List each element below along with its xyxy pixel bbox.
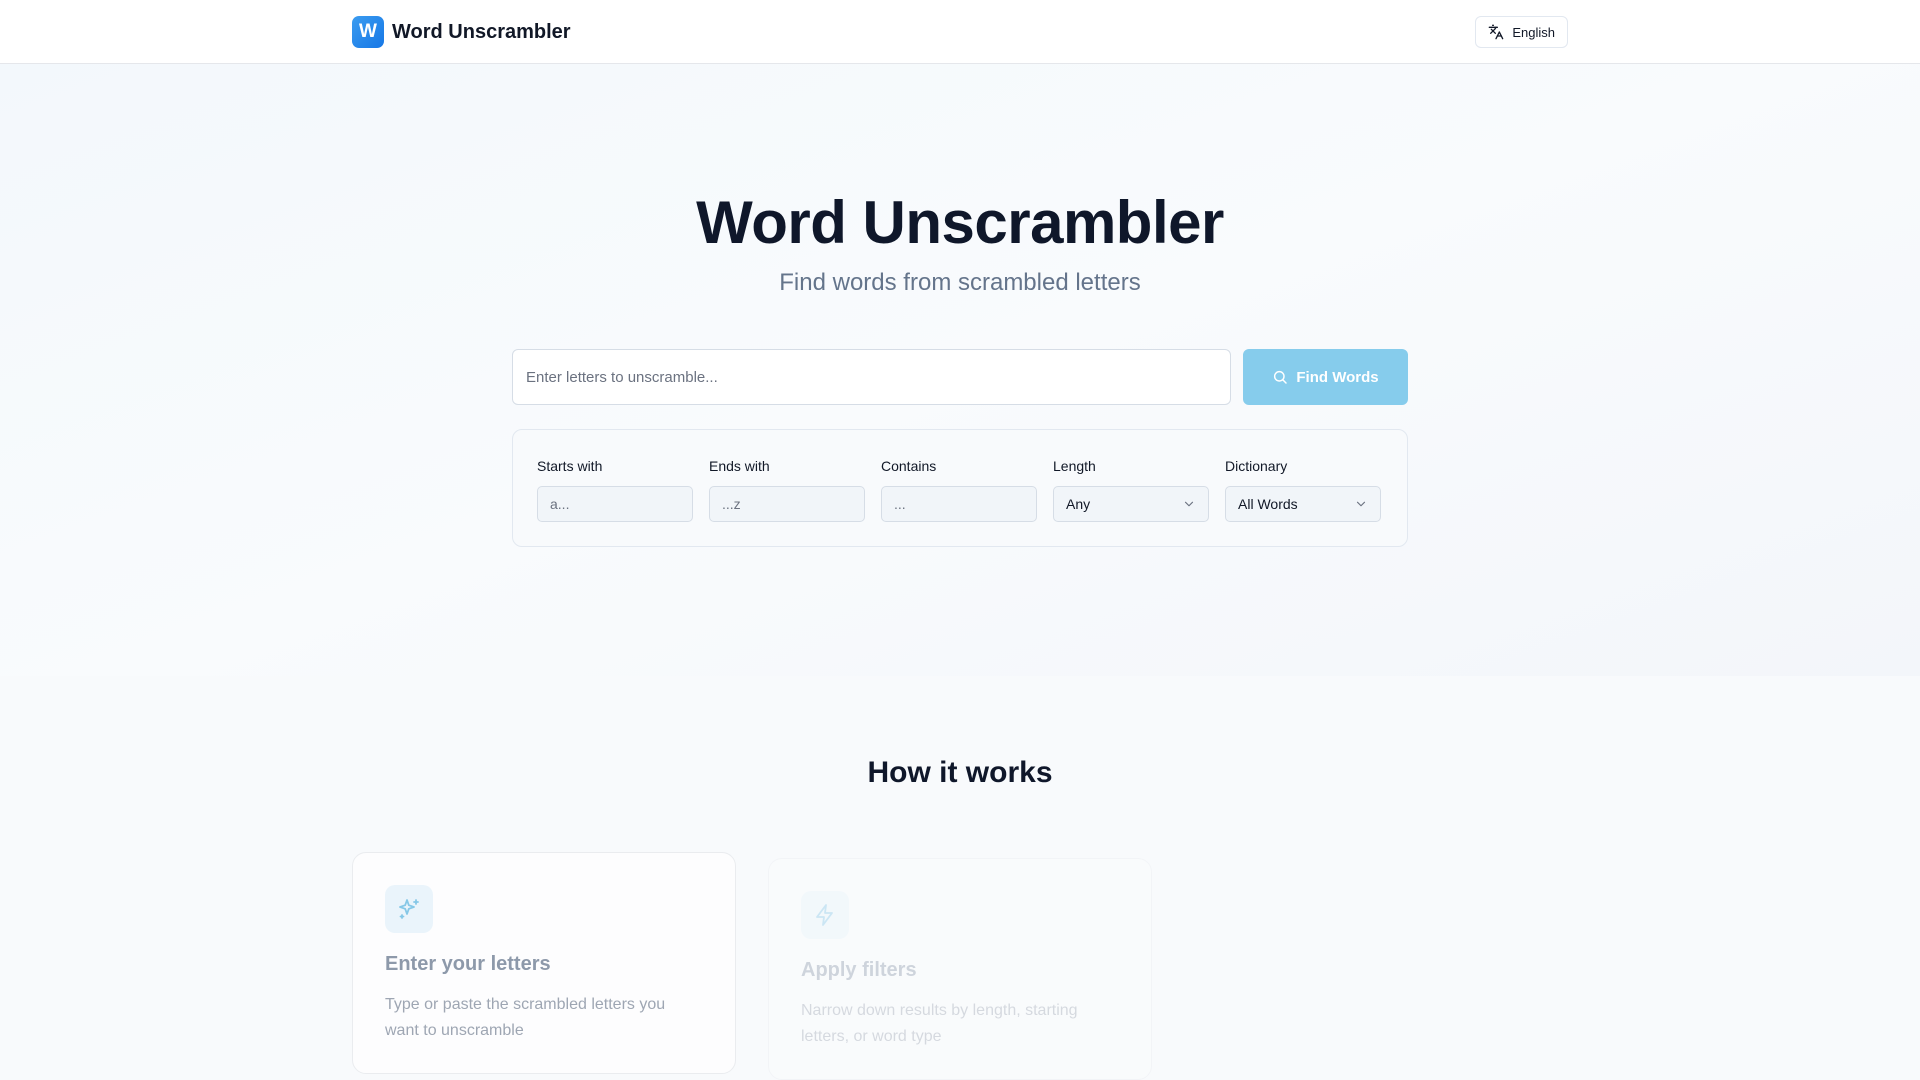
how-it-works-title: How it works [867, 756, 1053, 789]
filter-panel: Starts with Ends with Contains Length An… [512, 429, 1408, 547]
language-label: English [1512, 24, 1555, 40]
letters-search-input[interactable] [512, 349, 1231, 405]
search-icon [1274, 370, 1288, 384]
filter-contains: Contains [881, 458, 1037, 522]
starts-with-input[interactable] [537, 486, 693, 522]
hero-section: Word Unscrambler Find words from scrambl… [0, 64, 1920, 676]
brand-name: Word Unscrambler [392, 20, 571, 43]
search-row: Find Words [512, 349, 1408, 405]
ends-with-label: Ends with [709, 458, 770, 474]
step-card-apply-filters: Apply filters Narrow down results by len… [768, 858, 1152, 1080]
length-select[interactable]: Any [1053, 486, 1209, 522]
sparkles-icon [385, 885, 433, 933]
lightning-icon [801, 891, 849, 939]
step-description: Type or paste the scrambled letters you … [385, 996, 666, 1039]
ends-with-input[interactable] [709, 486, 865, 522]
page-title: Word Unscrambler [696, 189, 1224, 256]
filter-dictionary: Dictionary All Words [1225, 458, 1381, 522]
step-card-enter-letters: Enter your letters Type or paste the scr… [352, 852, 736, 1074]
step-description: Narrow down results by length, starting … [801, 1002, 1078, 1045]
dictionary-select[interactable]: All Words [1225, 486, 1381, 522]
page-subtitle: Find words from scrambled letters [779, 269, 1141, 296]
length-label: Length [1053, 458, 1096, 474]
header-inner: W Word Unscrambler English [352, 0, 1568, 64]
chevron-down-icon [1356, 501, 1366, 507]
starts-with-label: Starts with [537, 458, 603, 474]
how-it-works-section: How it works Enter your letters Type or … [0, 676, 1920, 1080]
filter-starts-with: Starts with [537, 458, 693, 522]
step-title: Apply filters [801, 959, 917, 981]
contains-input[interactable] [881, 486, 1037, 522]
find-words-button[interactable]: Find Words [1243, 349, 1408, 405]
translate-icon [1489, 24, 1504, 40]
language-selector-button[interactable]: English [1475, 16, 1568, 48]
site-header: W Word Unscrambler English [0, 0, 1920, 64]
filter-length: Length Any [1053, 458, 1209, 522]
brand-link[interactable]: W Word Unscrambler [352, 16, 571, 48]
contains-label: Contains [881, 458, 937, 474]
dictionary-label: Dictionary [1225, 458, 1288, 474]
logo-icon: W [352, 16, 384, 48]
dictionary-selected-value: All Words [1238, 496, 1298, 512]
step-title: Enter your letters [385, 953, 551, 975]
filter-ends-with: Ends with [709, 458, 865, 522]
find-words-label: Find Words [1296, 368, 1379, 386]
chevron-down-icon [1184, 501, 1194, 507]
length-selected-value: Any [1066, 496, 1091, 512]
